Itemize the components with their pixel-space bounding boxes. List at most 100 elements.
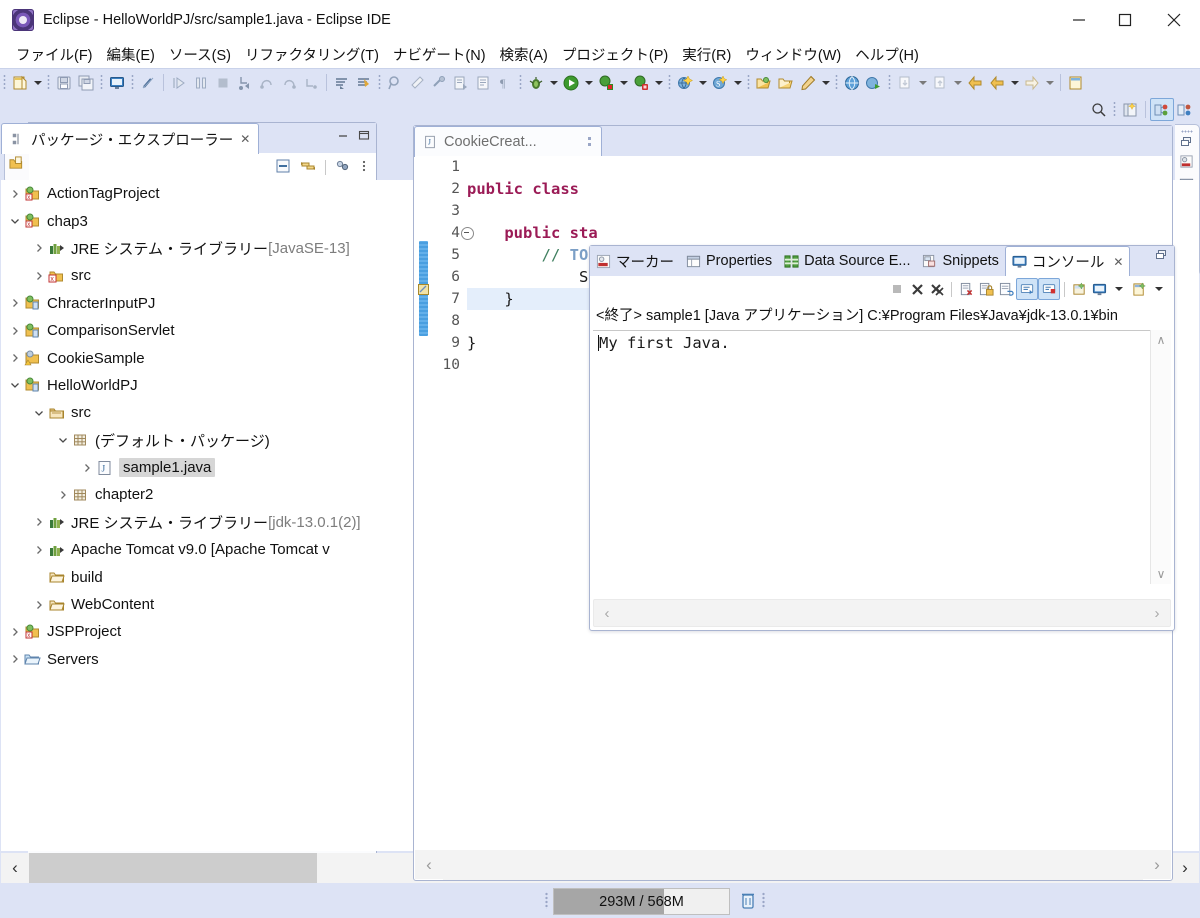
remove-all-terminated-icon[interactable] bbox=[927, 279, 947, 299]
chevron-down-icon[interactable] bbox=[33, 407, 45, 419]
menu-source[interactable]: ソース(S) bbox=[162, 42, 238, 67]
scroll-thumb[interactable] bbox=[29, 853, 317, 883]
previous-annotation-icon[interactable] bbox=[353, 72, 375, 93]
previous-edit-icon[interactable] bbox=[894, 72, 916, 93]
display-console-dropdown-icon[interactable] bbox=[1109, 279, 1129, 299]
trash-icon[interactable] bbox=[738, 890, 758, 911]
open-type-icon[interactable] bbox=[753, 72, 775, 93]
close-button[interactable] bbox=[1148, 0, 1200, 40]
menu-help[interactable]: ヘルプ(H) bbox=[848, 42, 926, 67]
view-menu-icon[interactable] bbox=[335, 158, 351, 177]
menu-navigate[interactable]: ナビゲート(N) bbox=[386, 42, 493, 67]
word-wrap-icon[interactable] bbox=[996, 279, 1016, 299]
resume-icon[interactable] bbox=[168, 72, 190, 93]
show-console-on-error-icon[interactable] bbox=[1038, 278, 1060, 300]
tab-snippets[interactable]: Snippets bbox=[916, 246, 1004, 276]
menu-file[interactable]: ファイル(F) bbox=[9, 42, 100, 67]
display-selected-console-icon[interactable] bbox=[1089, 279, 1109, 299]
new-java-project-dropdown-icon[interactable] bbox=[696, 72, 709, 93]
menu-window[interactable]: ウィンドウ(W) bbox=[738, 42, 848, 67]
chevron-right-icon[interactable] bbox=[9, 188, 21, 200]
maximize-view-icon[interactable] bbox=[358, 129, 370, 144]
save-all-icon[interactable] bbox=[75, 72, 97, 93]
console-restore-icon[interactable] bbox=[1155, 246, 1174, 276]
chevron-right-icon[interactable] bbox=[9, 352, 21, 364]
editor-scroll-right-button[interactable]: › bbox=[1143, 850, 1171, 880]
remove-launch-icon[interactable] bbox=[907, 279, 927, 299]
console-vscrollbar[interactable]: ∧ ∨ bbox=[1150, 330, 1171, 584]
web-browser-icon[interactable] bbox=[841, 72, 863, 93]
new-class-dropdown-icon[interactable] bbox=[731, 72, 744, 93]
chevron-right-icon[interactable] bbox=[33, 599, 45, 611]
run-server-icon[interactable] bbox=[863, 72, 885, 93]
forward-icon[interactable] bbox=[986, 72, 1008, 93]
heap-grip[interactable] bbox=[545, 892, 548, 909]
collapse-all-icon[interactable] bbox=[275, 158, 291, 177]
scroll-lock-icon[interactable] bbox=[976, 279, 996, 299]
whitespace-icon[interactable]: ¶ bbox=[494, 72, 516, 93]
fold-collapse-icon[interactable] bbox=[461, 227, 474, 240]
console-scroll-down-button[interactable]: ∨ bbox=[1151, 564, 1171, 584]
code-line[interactable] bbox=[467, 156, 1171, 178]
coverage-icon[interactable] bbox=[595, 72, 617, 93]
externaltools-icon[interactable] bbox=[450, 72, 472, 93]
next-edit-dropdown-icon[interactable] bbox=[951, 72, 964, 93]
status-grip[interactable] bbox=[762, 892, 765, 909]
console-scroll-right-button[interactable]: › bbox=[1144, 605, 1170, 622]
search-icon[interactable] bbox=[1088, 99, 1110, 120]
debug-dropdown-icon[interactable] bbox=[547, 72, 560, 93]
menu-project[interactable]: プロジェクト(P) bbox=[555, 42, 675, 67]
suspend-icon[interactable] bbox=[190, 72, 212, 93]
code-line[interactable]: public class bbox=[467, 178, 1171, 200]
chevron-right-icon[interactable] bbox=[33, 544, 45, 556]
editor-scroll-left-button[interactable]: ‹ bbox=[415, 850, 443, 880]
tab-markers[interactable]: マーカー bbox=[590, 246, 680, 276]
chevron-right-icon[interactable] bbox=[81, 462, 93, 474]
console-scroll-left-button[interactable]: ‹ bbox=[594, 605, 620, 622]
chevron-right-icon[interactable] bbox=[33, 270, 45, 282]
save-icon[interactable] bbox=[53, 72, 75, 93]
chevron-right-icon[interactable] bbox=[33, 242, 45, 254]
scroll-left-button[interactable]: ‹ bbox=[1, 853, 29, 883]
menu-refactor[interactable]: リファクタリング(T) bbox=[238, 42, 386, 67]
heap-status-monitor[interactable]: 293M / 568M bbox=[553, 888, 730, 915]
tab-cookiecreate[interactable]: J CookieCreat... bbox=[414, 126, 602, 157]
toolbar-grip[interactable] bbox=[3, 74, 6, 91]
step-into-icon[interactable] bbox=[234, 72, 256, 93]
code-line[interactable] bbox=[467, 200, 1171, 222]
next-nav-dropdown-icon[interactable] bbox=[1043, 72, 1056, 93]
code-line[interactable]: public sta bbox=[467, 222, 1171, 244]
search-ref-icon[interactable] bbox=[384, 72, 406, 93]
build-icon[interactable] bbox=[428, 72, 450, 93]
open-console-icon[interactable] bbox=[1129, 279, 1149, 299]
clear-console-icon[interactable] bbox=[956, 279, 976, 299]
menu-run[interactable]: 実行(R) bbox=[675, 42, 738, 67]
view-dropdown-icon[interactable] bbox=[360, 158, 368, 177]
console-output[interactable]: My first Java. bbox=[593, 330, 1152, 584]
console-hscrollbar[interactable]: ‹ › bbox=[593, 599, 1171, 627]
new-wizard-icon[interactable] bbox=[9, 72, 31, 93]
minimize-view-icon[interactable] bbox=[337, 129, 349, 144]
link-break-icon[interactable] bbox=[137, 72, 159, 93]
chevron-down-icon[interactable] bbox=[57, 434, 69, 446]
fastview-grip-right[interactable] bbox=[1181, 130, 1193, 133]
link-with-editor-icon[interactable] bbox=[300, 158, 316, 177]
back-icon[interactable] bbox=[964, 72, 986, 93]
tab-console[interactable]: コンソール ✕ bbox=[1004, 246, 1131, 276]
console-scroll-up-button[interactable]: ∧ bbox=[1151, 330, 1171, 350]
java-ee-perspective-icon[interactable] bbox=[1150, 98, 1174, 121]
editor-tab-menu-icon[interactable] bbox=[587, 136, 596, 152]
previous-edit-dropdown-icon[interactable] bbox=[916, 72, 929, 93]
open-console-dropdown-icon[interactable] bbox=[1149, 279, 1169, 299]
chevron-right-icon[interactable] bbox=[9, 325, 21, 337]
package-explorer-small-icon[interactable] bbox=[9, 156, 24, 174]
new-annotation-dropdown-icon[interactable] bbox=[819, 72, 832, 93]
editor-hscrollbar[interactable]: ‹ › bbox=[415, 849, 1171, 880]
run-dropdown-icon[interactable] bbox=[582, 72, 595, 93]
chevron-right-icon[interactable] bbox=[9, 653, 21, 665]
new-wizard-dropdown-icon[interactable] bbox=[31, 72, 44, 93]
clean-icon[interactable] bbox=[406, 72, 428, 93]
tab-data-source-explorer[interactable]: Data Source E... bbox=[778, 246, 916, 276]
maximize-button[interactable] bbox=[1102, 0, 1148, 40]
chevron-right-icon[interactable] bbox=[9, 626, 21, 638]
